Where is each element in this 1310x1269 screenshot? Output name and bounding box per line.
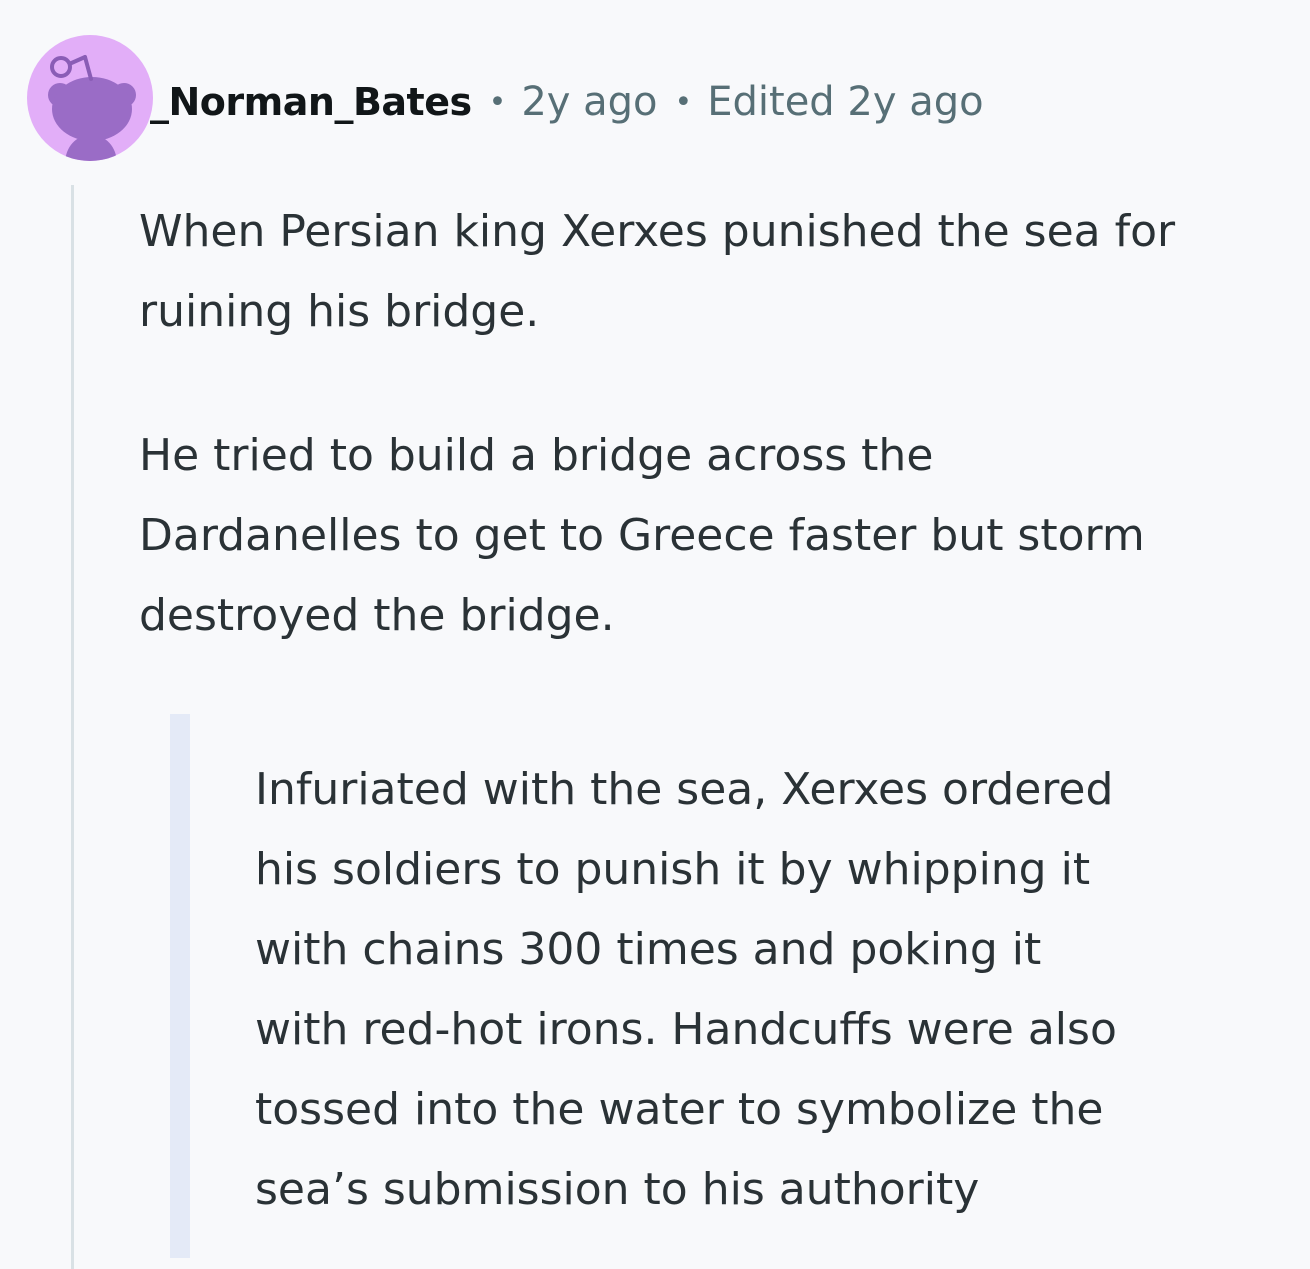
text-line: He tried to build a bridge across the	[139, 430, 934, 481]
quote-line: Infuriated with the sea, Xerxes ordered	[255, 764, 1114, 815]
meta-separator: •	[674, 84, 693, 120]
quote-line: with chains 300 times and poking it	[255, 924, 1042, 975]
text-line: Dardanelles to get to Greece faster but …	[139, 510, 1145, 561]
comment-paragraph: When Persian king Xerxes punished the se…	[139, 192, 1175, 352]
quote-line: sea’s submission to his authority	[255, 1164, 980, 1215]
thread-collapse-line[interactable]	[71, 185, 74, 1269]
text-line: ruining his bridge.	[139, 286, 540, 337]
edited-label: Edited 2y ago	[707, 79, 984, 125]
comment: _Norman_Bates • 2y ago • Edited 2y ago W…	[0, 0, 1310, 1269]
meta-separator: •	[488, 84, 507, 120]
text-line: destroyed the bridge.	[139, 590, 615, 641]
reddit-snoo-avatar-icon	[48, 55, 136, 161]
posted-time[interactable]: 2y ago	[521, 79, 657, 125]
quote-line: with red-hot irons. Handcuffs were also	[255, 1004, 1117, 1055]
quote-line: his soldiers to punish it by whipping it	[255, 844, 1091, 895]
comment-paragraph: He tried to build a bridge across the Da…	[139, 416, 1145, 656]
quote-line: tossed into the water to symbolize the	[255, 1084, 1104, 1135]
comment-meta: _Norman_Bates • 2y ago • Edited 2y ago	[150, 70, 984, 134]
blockquote: Infuriated with the sea, Xerxes ordered …	[255, 750, 1117, 1230]
blockquote-bar	[170, 714, 190, 1258]
text-line: When Persian king Xerxes punished the se…	[139, 206, 1176, 257]
avatar[interactable]	[27, 35, 153, 161]
author-username[interactable]: _Norman_Bates	[150, 80, 472, 124]
